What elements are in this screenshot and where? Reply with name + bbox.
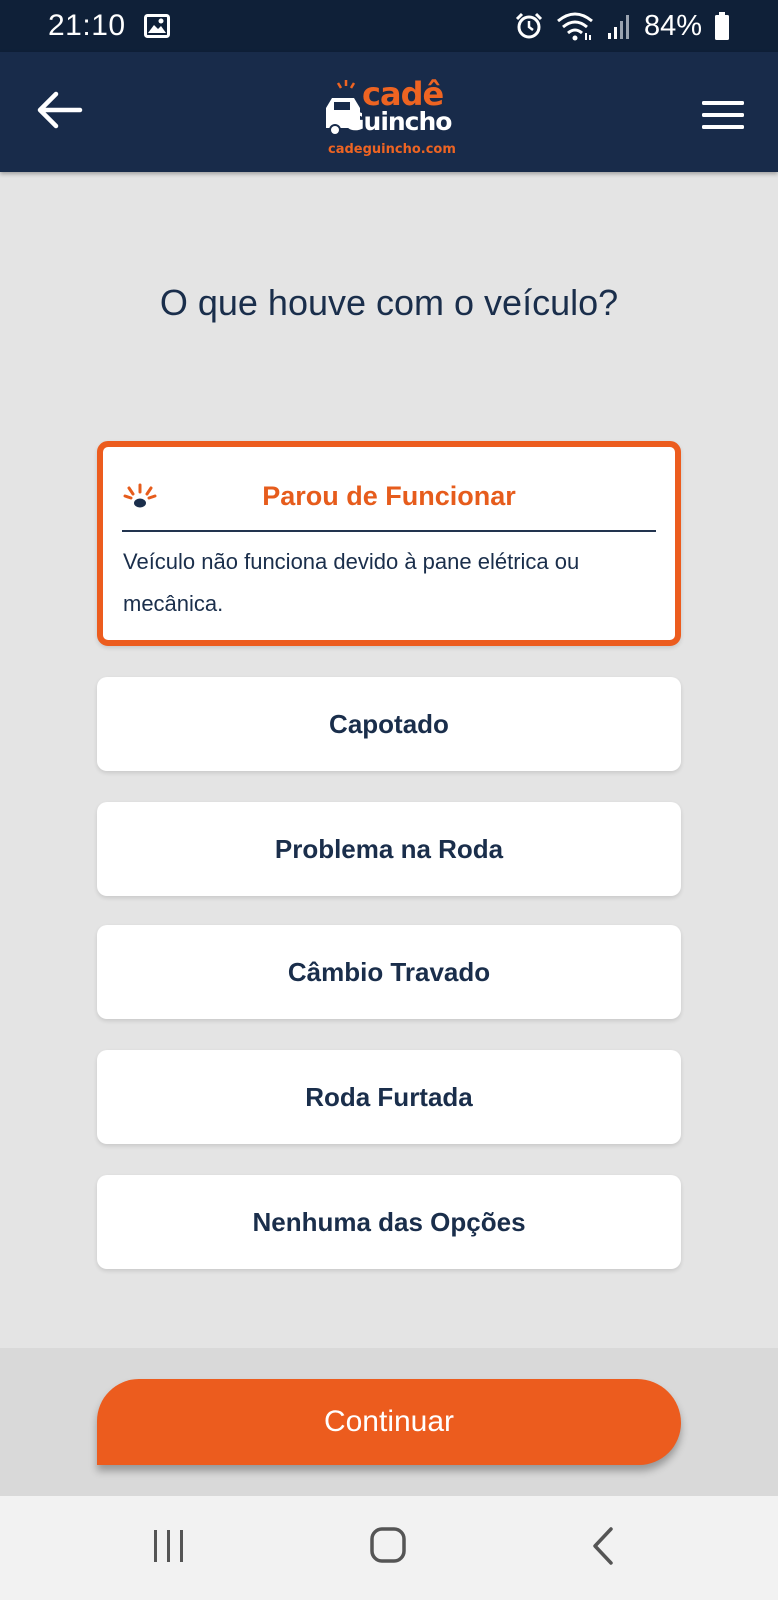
- arrow-left-icon[interactable]: [34, 90, 84, 130]
- option-description: Veículo não funciona devido à pane elétr…: [123, 549, 580, 616]
- back-icon[interactable]: [591, 1526, 615, 1566]
- option-title: Parou de Funcionar: [262, 481, 516, 511]
- option-roda-furtada[interactable]: Roda Furtada: [97, 1050, 681, 1144]
- logo-text-main: Guincho: [344, 107, 452, 136]
- option-parou-de-funcionar[interactable]: Parou de Funcionar Veículo não funciona …: [97, 441, 681, 646]
- hamburger-menu-icon[interactable]: [700, 98, 746, 132]
- status-time: 21:10: [48, 9, 126, 42]
- logo-url: cadeguincho.com: [328, 142, 456, 157]
- status-left: 21:10: [48, 9, 170, 43]
- battery-icon: [715, 12, 729, 40]
- option-capotado[interactable]: Capotado: [97, 677, 681, 771]
- recents-icon[interactable]: [152, 1528, 186, 1564]
- wifi-icon: [557, 12, 593, 41]
- app-header: cadê Guincho cadeguincho.com: [0, 52, 778, 172]
- system-nav-bar: [0, 1496, 778, 1600]
- option-cambio-travado[interactable]: Câmbio Travado: [97, 925, 681, 1019]
- app-screen: 21:10 84% cadê Guincho cadeguincho.com O…: [0, 0, 778, 1600]
- divider: [122, 530, 656, 532]
- alarm-icon: [515, 12, 543, 39]
- home-icon[interactable]: [369, 1526, 407, 1564]
- image-icon: [143, 14, 170, 38]
- battery-percent: 84%: [643, 9, 702, 42]
- logo-text-top: cadê: [362, 75, 444, 113]
- signal-icon: [607, 15, 629, 39]
- status-bar: 21:10 84%: [0, 0, 778, 52]
- option-nenhuma-das-opcoes[interactable]: Nenhuma das Opções: [97, 1175, 681, 1269]
- status-right: 84%: [514, 10, 730, 43]
- logo: cadê Guincho cadeguincho.com: [326, 72, 456, 162]
- page-title: O que houve com o veículo?: [159, 282, 619, 323]
- continue-button[interactable]: Continuar: [97, 1379, 681, 1465]
- option-problema-na-roda[interactable]: Problema na Roda: [97, 802, 681, 896]
